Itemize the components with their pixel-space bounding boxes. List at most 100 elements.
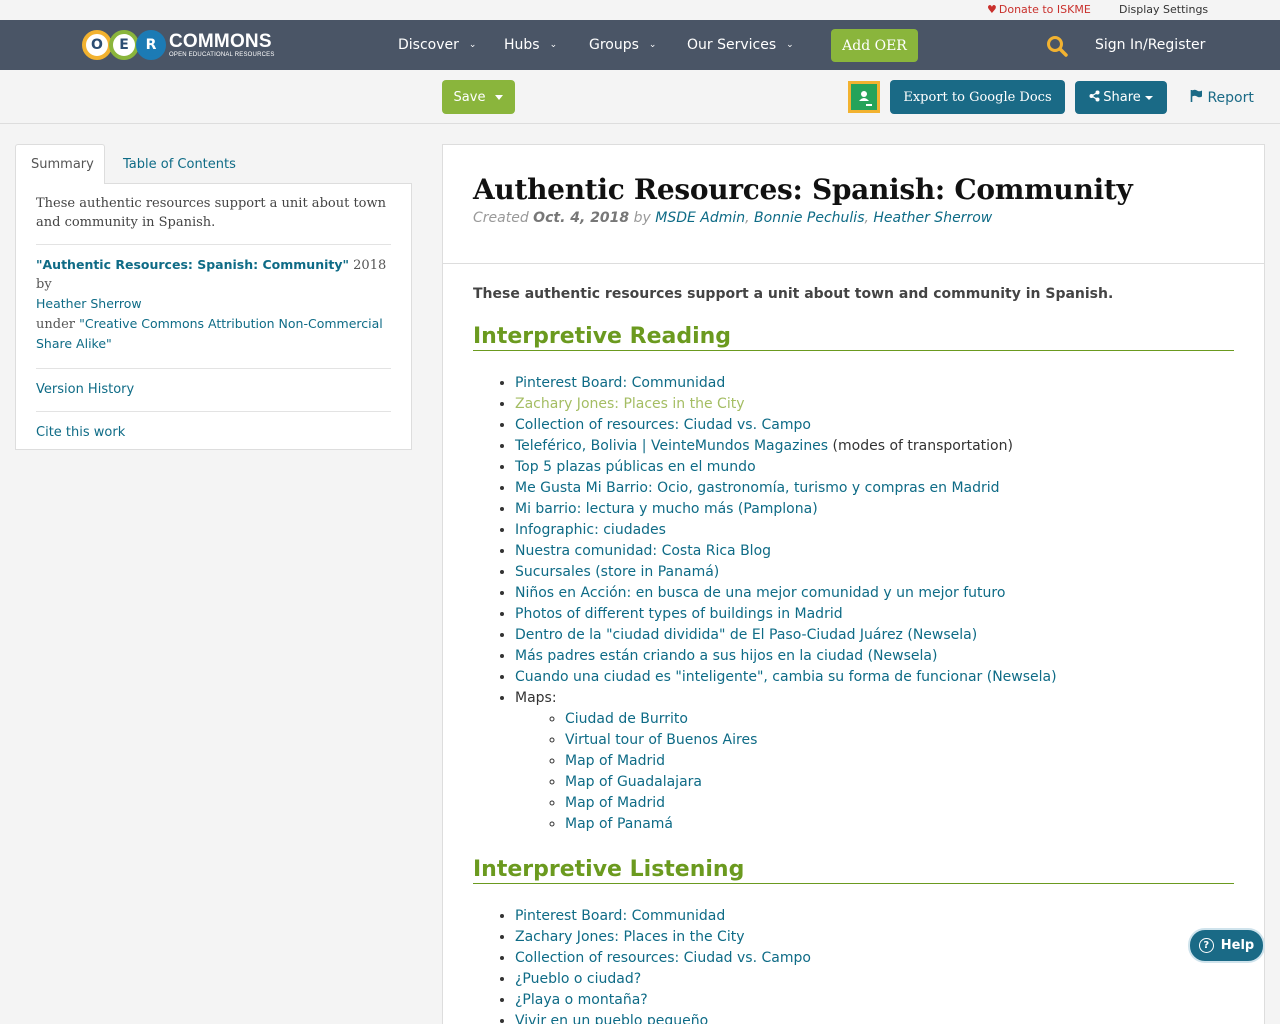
resource-action-bar: Save Export to Google Docs Share Report — [0, 70, 1280, 124]
resource-link[interactable]: ¿Playa o montaña? — [515, 992, 648, 1008]
resource-link[interactable]: Cuando una ciudad es "inteligente", camb… — [515, 669, 1057, 685]
list-item: Mi barrio: lectura y mucho más (Pamplona… — [515, 499, 1234, 520]
maps-list: Ciudad de Burrito Virtual tour of Buenos… — [515, 709, 1234, 835]
caret-down-icon — [495, 94, 504, 100]
version-history-link[interactable]: Version History — [36, 382, 134, 397]
map-link[interactable]: Map of Guadalajara — [565, 774, 702, 790]
resource-link[interactable]: Más padres están criando a sus hijos en … — [515, 648, 937, 664]
resource-link[interactable]: Photos of different types of buildings i… — [515, 606, 843, 622]
list-item: Pinterest Board: Communidad — [515, 373, 1234, 394]
share-icon — [1089, 90, 1100, 106]
listening-resource-list: Pinterest Board: Communidad Zachary Jone… — [473, 906, 1234, 1024]
resource-link[interactable]: Mi barrio: lectura y mucho más (Pamplona… — [515, 501, 818, 517]
google-classroom-icon[interactable] — [848, 81, 880, 113]
chevron-down-icon: ⌄ — [786, 40, 794, 50]
add-oer-button[interactable]: Add OER — [831, 29, 918, 62]
list-item: Nuestra comunidad: Costa Rica Blog — [515, 541, 1234, 562]
map-link[interactable]: Map of Panamá — [565, 816, 673, 832]
resource-link[interactable]: Nuestra comunidad: Costa Rica Blog — [515, 543, 771, 559]
main-navbar: O E R COMMONS OPEN EDUCATIONAL RESOURCES… — [0, 20, 1280, 70]
summary-description: These authentic resources support a unit… — [36, 194, 391, 245]
map-link[interactable]: Map of Madrid — [565, 753, 665, 769]
share-dropdown-button[interactable]: Share — [1075, 81, 1167, 114]
list-item: Pinterest Board: Communidad — [515, 906, 1234, 927]
report-link[interactable]: Report — [1190, 89, 1254, 106]
license-author-link[interactable]: Heather Sherrow — [36, 296, 142, 311]
list-item: Más padres están criando a sus hijos en … — [515, 646, 1234, 667]
map-link[interactable]: Map of Madrid — [565, 795, 665, 811]
resource-link[interactable]: Collection of resources: Ciudad vs. Camp… — [515, 417, 811, 433]
logo-letter-o: O — [82, 30, 112, 60]
list-item: Collection of resources: Ciudad vs. Camp… — [515, 948, 1234, 969]
list-item: Vivir en un pueblo pequeño — [515, 1011, 1234, 1024]
resource-link[interactable]: Infographic: ciudades — [515, 522, 666, 538]
author-link[interactable]: Heather Sherrow — [873, 210, 992, 226]
list-item: Map of Madrid — [565, 793, 1234, 814]
tab-summary[interactable]: Summary — [15, 144, 105, 184]
logo-letter-e: E — [109, 30, 139, 60]
logo-letter-r: R — [136, 30, 166, 60]
resource-title: Authentic Resources: Spanish: Community — [473, 173, 1133, 206]
list-item: Virtual tour of Buenos Aires — [565, 730, 1234, 751]
question-icon: ? — [1198, 938, 1214, 953]
nav-discover[interactable]: Discover ⌄ — [398, 37, 476, 53]
list-item: ¿Playa o montaña? — [515, 990, 1234, 1011]
summary-sidebar: Summary Table of Contents These authenti… — [15, 144, 412, 450]
resource-link[interactable]: Me Gusta Mi Barrio: Ocio, gastronomía, t… — [515, 480, 1000, 496]
resource-link[interactable]: Vivir en un pueblo pequeño — [515, 1013, 708, 1024]
resource-link[interactable]: Pinterest Board: Communidad — [515, 908, 725, 924]
nav-groups[interactable]: Groups ⌄ — [589, 37, 656, 53]
resource-link[interactable]: Teleférico, Bolivia | VeinteMundos Magaz… — [515, 438, 828, 454]
summary-panel: These authentic resources support a unit… — [15, 183, 412, 450]
map-link[interactable]: Ciudad de Burrito — [565, 711, 688, 727]
chevron-down-icon: ⌄ — [468, 40, 477, 50]
resource-link[interactable]: Zachary Jones: Places in the City — [515, 396, 745, 412]
cite-section: Cite this work — [36, 412, 391, 454]
nav-hubs[interactable]: Hubs ⌄ — [504, 37, 557, 53]
author-link[interactable]: MSDE Admin — [655, 210, 745, 226]
resource-link[interactable]: Niños en Acción: en busca de una mejor c… — [515, 585, 1005, 601]
list-item: Sucursales (store in Panamá) — [515, 562, 1234, 583]
list-item: Niños en Acción: en busca de una mejor c… — [515, 583, 1234, 604]
license-name-link[interactable]: "Creative Commons Attribution Non-Commer… — [36, 316, 383, 351]
resource-link[interactable]: Top 5 plazas públicas en el mundo — [515, 459, 756, 475]
list-item: Zachary Jones: Places in the City — [515, 927, 1234, 948]
display-settings-link[interactable]: Display Settings — [1119, 3, 1208, 16]
list-item: ¿Pueblo o ciudad? — [515, 969, 1234, 990]
tab-table-of-contents[interactable]: Table of Contents — [108, 144, 251, 184]
list-item: Dentro de la "ciudad dividida" de El Pas… — [515, 625, 1234, 646]
search-icon[interactable] — [1046, 35, 1068, 61]
resource-link[interactable]: ¿Pueblo o ciudad? — [515, 971, 641, 987]
export-google-docs-button[interactable]: Export to Google Docs — [890, 80, 1065, 114]
resource-body: These authentic resources support a unit… — [443, 264, 1264, 1024]
list-item: Infographic: ciudades — [515, 520, 1234, 541]
created-date: Oct. 4, 2018 — [533, 210, 630, 226]
list-item: Collection of resources: Ciudad vs. Camp… — [515, 415, 1234, 436]
sign-in-register-link[interactable]: Sign In/Register — [1095, 37, 1205, 53]
list-item: Top 5 plazas públicas en el mundo — [515, 457, 1234, 478]
help-button[interactable]: ? Help — [1188, 928, 1265, 963]
resource-content: Authentic Resources: Spanish: Community … — [442, 144, 1265, 1024]
oer-commons-logo[interactable]: O E R COMMONS OPEN EDUCATIONAL RESOURCES — [82, 26, 275, 64]
utility-bar: ♥ Donate to ISKME Display Settings — [0, 0, 1280, 20]
donate-link[interactable]: ♥ Donate to ISKME — [987, 3, 1091, 16]
resource-link[interactable]: Collection of resources: Ciudad vs. Camp… — [515, 950, 811, 966]
resource-link[interactable]: Dentro de la "ciudad dividida" de El Pas… — [515, 627, 977, 643]
cite-this-work-link[interactable]: Cite this work — [36, 425, 125, 440]
list-item: Teleférico, Bolivia | VeinteMundos Magaz… — [515, 436, 1234, 457]
resource-intro: These authentic resources support a unit… — [473, 286, 1114, 302]
resource-link[interactable]: Zachary Jones: Places in the City — [515, 929, 745, 945]
section-heading-listening: Interpretive Listening — [473, 857, 1234, 884]
list-item: Map of Guadalajara — [565, 772, 1234, 793]
author-link[interactable]: Bonnie Pechulis — [754, 210, 864, 226]
save-dropdown-button[interactable]: Save — [442, 80, 515, 114]
resource-link[interactable]: Sucursales (store in Panamá) — [515, 564, 719, 580]
license-attribution: "Authentic Resources: Spanish: Community… — [36, 245, 391, 369]
reading-resource-list: Pinterest Board: Communidad Zachary Jone… — [473, 373, 1234, 835]
nav-our-services[interactable]: Our Services ⌄ — [687, 37, 794, 53]
license-resource-title-link[interactable]: "Authentic Resources: Spanish: Community… — [36, 257, 349, 272]
map-link[interactable]: Virtual tour of Buenos Aires — [565, 732, 757, 748]
section-heading-reading: Interpretive Reading — [473, 324, 1234, 351]
resource-link[interactable]: Pinterest Board: Communidad — [515, 375, 725, 391]
list-item: Photos of different types of buildings i… — [515, 604, 1234, 625]
